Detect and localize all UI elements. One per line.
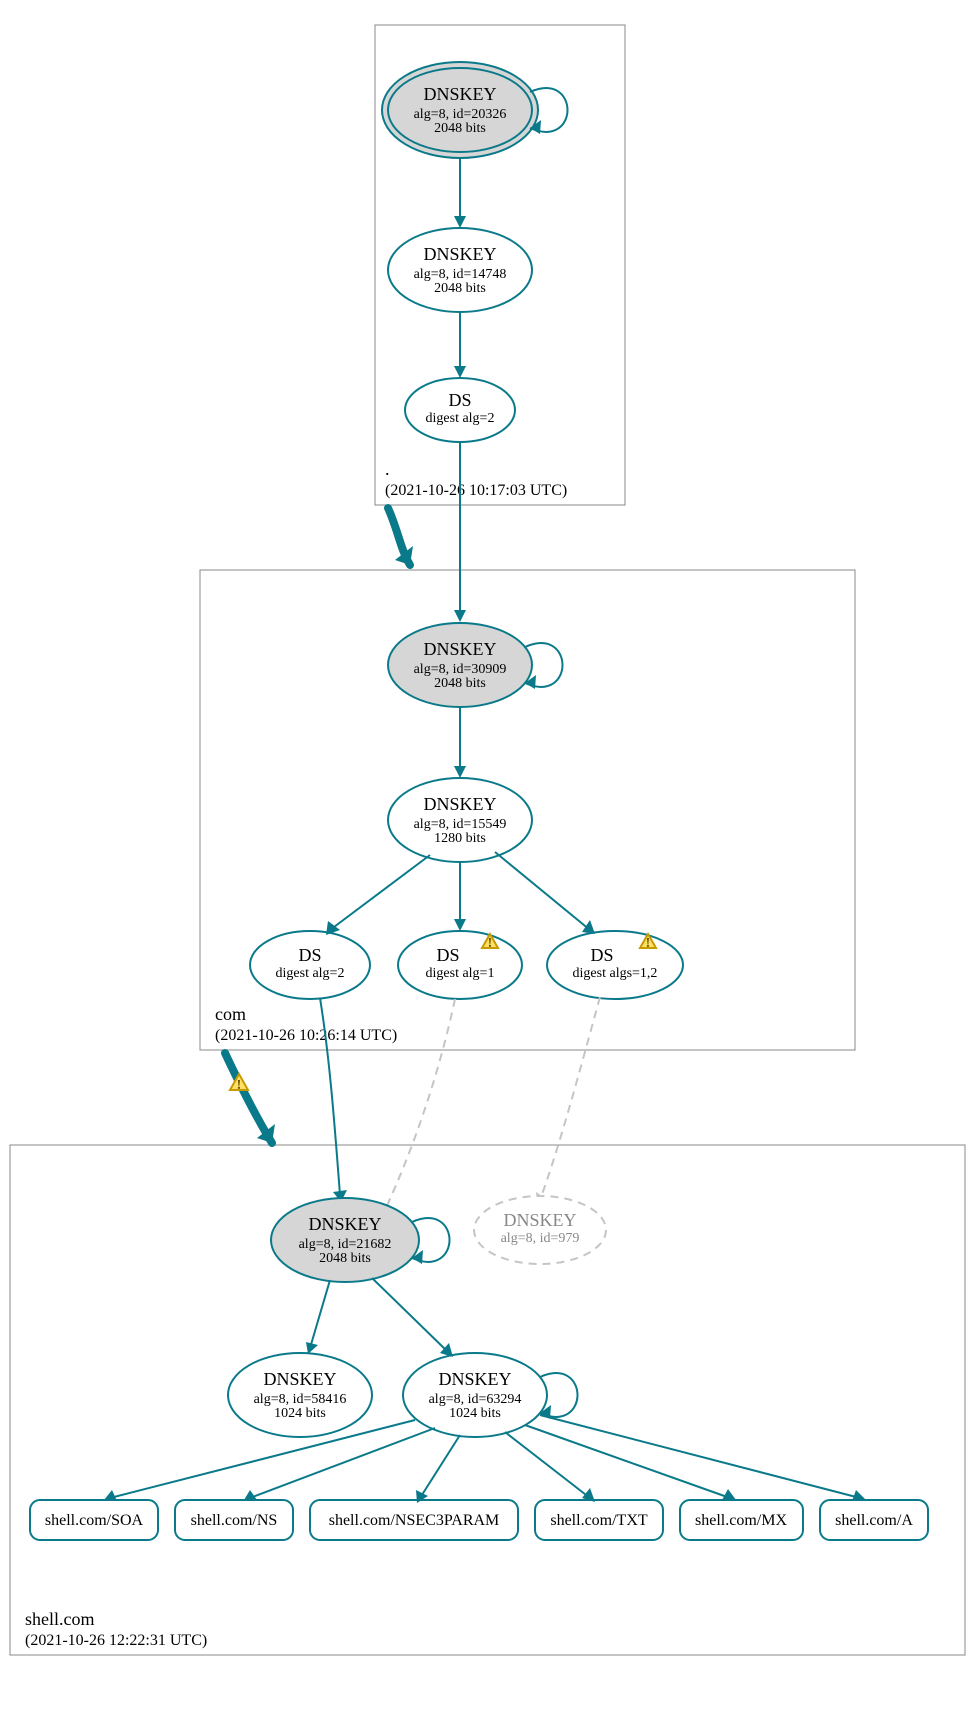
svg-text:digest algs=1,2: digest algs=1,2: [573, 966, 658, 981]
svg-text:1024 bits: 1024 bits: [449, 1406, 501, 1421]
svg-text:DNSKEY: DNSKEY: [308, 1214, 381, 1234]
svg-text:DNSKEY: DNSKEY: [438, 1369, 511, 1389]
svg-text:alg=8, id=14748: alg=8, id=14748: [414, 267, 507, 282]
shell-dnskey-ghost[interactable]: DNSKEY alg=8, id=979: [474, 1196, 606, 1264]
svg-text:DS: DS: [448, 390, 471, 410]
rr-txt[interactable]: shell.com/TXT: [535, 1500, 663, 1540]
com-ds-3[interactable]: DS digest algs=1,2: [547, 931, 683, 999]
svg-text:2048 bits: 2048 bits: [434, 676, 486, 691]
root-ds-com[interactable]: DS digest alg=2: [405, 378, 515, 442]
svg-text:2048 bits: 2048 bits: [434, 281, 486, 296]
com-ds-2[interactable]: DS digest alg=1: [398, 931, 522, 999]
svg-text:shell.com/NSEC3PARAM: shell.com/NSEC3PARAM: [329, 1512, 500, 1529]
shell-dnskey-58416[interactable]: DNSKEY alg=8, id=58416 1024 bits: [228, 1353, 372, 1437]
svg-text:!: !: [646, 936, 651, 951]
rr-nsec3param[interactable]: shell.com/NSEC3PARAM: [310, 1500, 518, 1540]
delegation-com-to-shell: [225, 1053, 272, 1143]
svg-text:alg=8, id=20326: alg=8, id=20326: [414, 107, 507, 122]
svg-text:shell.com/TXT: shell.com/TXT: [550, 1512, 648, 1529]
svg-text:alg=8, id=30909: alg=8, id=30909: [414, 662, 507, 677]
svg-text:DS: DS: [590, 945, 613, 965]
svg-text:alg=8, id=15549: alg=8, id=15549: [414, 817, 507, 832]
svg-text:DNSKEY: DNSKEY: [423, 639, 496, 659]
svg-text:shell.com/A: shell.com/A: [835, 1512, 913, 1529]
zone-shell-name: shell.com: [25, 1609, 95, 1629]
svg-text:alg=8, id=21682: alg=8, id=21682: [299, 1237, 392, 1252]
svg-text:!: !: [488, 936, 493, 951]
root-dnskey-ksk[interactable]: DNSKEY alg=8, id=20326 2048 bits: [382, 62, 538, 158]
svg-text:!: !: [237, 1078, 242, 1093]
com-dnskey-ksk[interactable]: DNSKEY alg=8, id=30909 2048 bits: [388, 623, 532, 707]
svg-text:DS: DS: [298, 945, 321, 965]
zone-com-name: com: [215, 1004, 246, 1024]
zone-shell-ts: (2021-10-26 12:22:31 UTC): [25, 1632, 207, 1649]
svg-text:shell.com/SOA: shell.com/SOA: [45, 1512, 144, 1529]
com-ds-1[interactable]: DS digest alg=2: [250, 931, 370, 999]
svg-text:alg=8, id=979: alg=8, id=979: [501, 1231, 580, 1246]
svg-text:2048 bits: 2048 bits: [434, 121, 486, 136]
svg-text:DNSKEY: DNSKEY: [423, 84, 496, 104]
svg-text:shell.com/MX: shell.com/MX: [695, 1512, 787, 1529]
svg-text:DS: DS: [436, 945, 459, 965]
svg-text:digest alg=1: digest alg=1: [426, 966, 495, 981]
svg-text:digest alg=2: digest alg=2: [276, 966, 345, 981]
com-dnskey-zsk[interactable]: DNSKEY alg=8, id=15549 1280 bits: [388, 778, 532, 862]
rr-mx[interactable]: shell.com/MX: [680, 1500, 803, 1540]
svg-text:DNSKEY: DNSKEY: [263, 1369, 336, 1389]
rr-a[interactable]: shell.com/A: [820, 1500, 928, 1540]
svg-text:2048 bits: 2048 bits: [319, 1251, 371, 1266]
zone-root-name: .: [385, 459, 390, 479]
zone-root-ts: (2021-10-26 10:17:03 UTC): [385, 482, 567, 499]
rr-ns[interactable]: shell.com/NS: [175, 1500, 293, 1540]
shell-dnskey-ksk[interactable]: DNSKEY alg=8, id=21682 2048 bits: [271, 1198, 419, 1282]
root-dnskey-zsk[interactable]: DNSKEY alg=8, id=14748 2048 bits: [388, 228, 532, 312]
svg-text:1024 bits: 1024 bits: [274, 1406, 326, 1421]
svg-text:DNSKEY: DNSKEY: [423, 794, 496, 814]
svg-text:alg=8, id=58416: alg=8, id=58416: [254, 1392, 347, 1407]
svg-text:alg=8, id=63294: alg=8, id=63294: [429, 1392, 522, 1407]
svg-text:shell.com/NS: shell.com/NS: [191, 1512, 278, 1529]
zone-com-ts: (2021-10-26 10:26:14 UTC): [215, 1027, 397, 1044]
svg-text:DNSKEY: DNSKEY: [503, 1210, 576, 1230]
rr-soa[interactable]: shell.com/SOA: [30, 1500, 158, 1540]
svg-text:DNSKEY: DNSKEY: [423, 244, 496, 264]
svg-text:1280 bits: 1280 bits: [434, 831, 486, 846]
svg-text:digest alg=2: digest alg=2: [426, 411, 495, 426]
